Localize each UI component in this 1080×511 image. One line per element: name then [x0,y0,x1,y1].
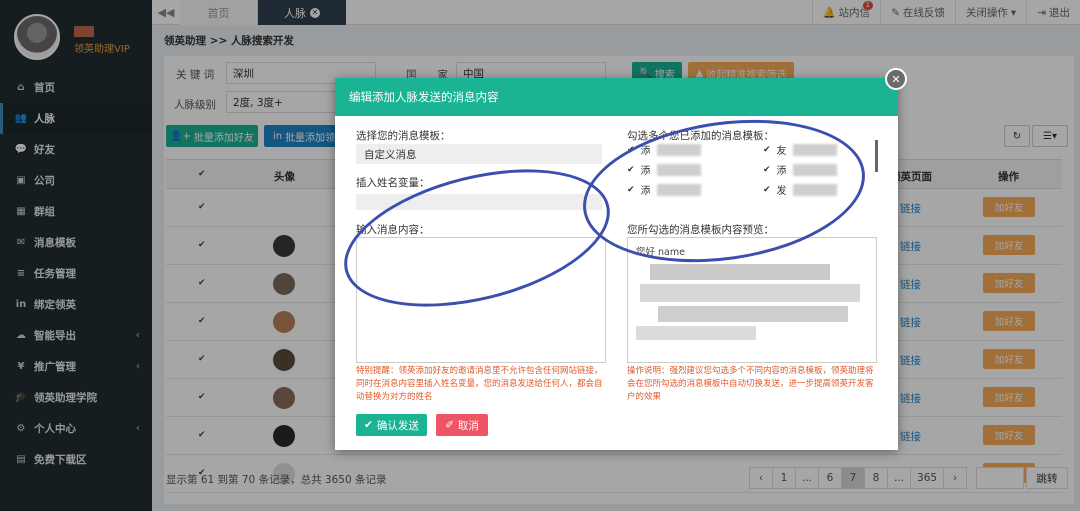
template-select[interactable]: 自定义消息 [356,144,602,164]
modal-title: 编辑添加人脉发送的消息内容 [335,78,898,116]
eraser-icon: ✐ [445,419,454,431]
insert-var-label: 插入姓名变量： [356,177,430,189]
confirm-send-button[interactable]: ✔ 确认发送 [356,414,427,436]
cancel-button[interactable]: ✐ 取消 [436,414,488,436]
warning-text: 特别提醒：领英添加好友的邀请消息里不允许包含任何网站链接，同时在消息内容里插入姓… [356,366,603,402]
select-template-label: 选择您的消息模板： [356,130,451,142]
template-list-scrollbar[interactable] [875,140,878,172]
confirm-send-label: 确认发送 [376,419,419,432]
cancel-label: 取消 [457,419,479,432]
check-icon: ✔ [364,419,373,431]
modal-close-icon[interactable]: ✕ [885,68,907,90]
operation-note: 操作说明：强烈建议您勾选多个不同内容的消息模板，领英助理将会在您所勾选的消息模板… [627,366,874,402]
